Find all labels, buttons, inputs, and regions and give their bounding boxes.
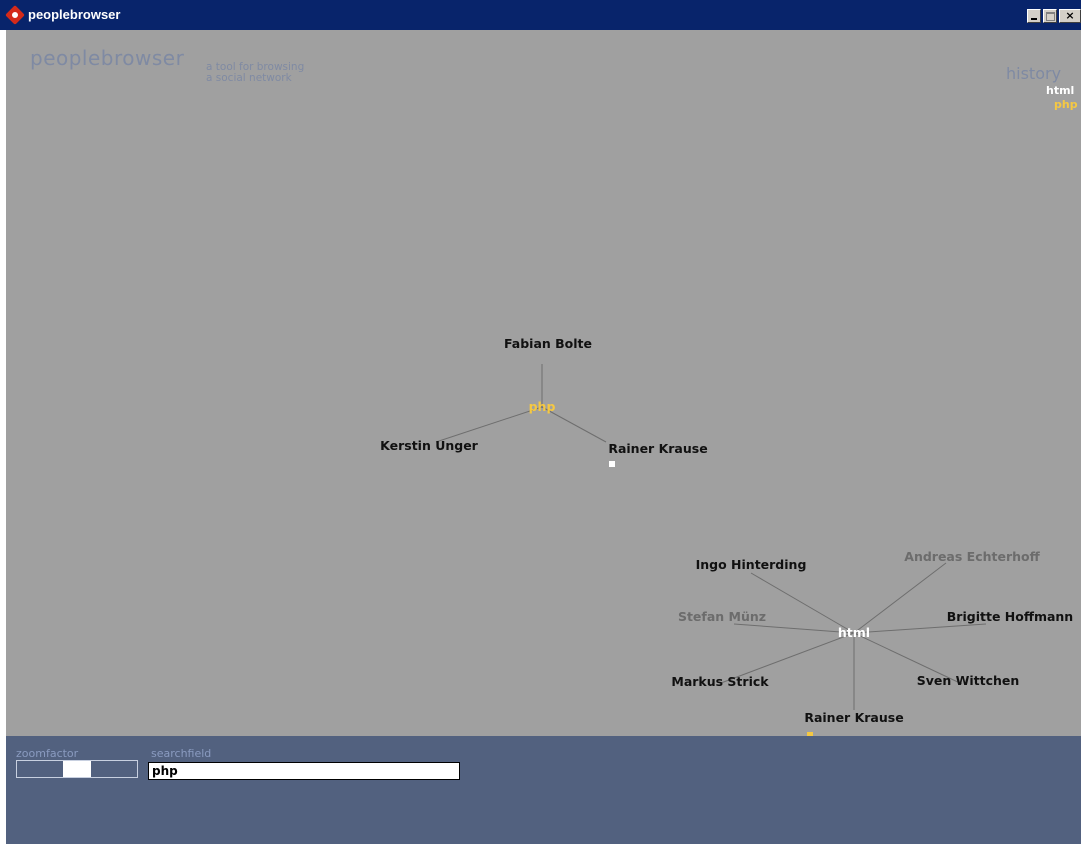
edge-html-ingo-hinterding <box>750 572 855 634</box>
app-logo-icon <box>5 5 25 25</box>
window-title-bar[interactable]: peoplebrowser × <box>0 0 1081 30</box>
zoom-slider-thumb[interactable] <box>63 761 91 777</box>
zoom-label: zoomfactor <box>16 747 79 760</box>
window-title: peoplebrowser <box>28 7 121 22</box>
graph-edges <box>435 364 987 710</box>
person-node-rainer-krause[interactable]: Rainer Krause <box>804 710 903 725</box>
network-canvas[interactable]: peoplebrowser a tool for browsing a soci… <box>6 30 1081 736</box>
minimize-button[interactable] <box>1027 9 1041 23</box>
graph-markers <box>609 461 813 736</box>
person-node-rainer-krause[interactable]: Rainer Krause <box>608 441 707 456</box>
person-node-stefan-munz[interactable]: Stefan Münz <box>678 609 766 624</box>
person-node-fabian-bolte[interactable]: Fabian Bolte <box>504 336 592 351</box>
person-node-brigitte-hoffmann[interactable]: Brigitte Hoffmann <box>947 609 1073 624</box>
person-node-kerstin-unger[interactable]: Kerstin Unger <box>380 438 479 453</box>
network-graph[interactable]: php Fabian Bolte Kerstin Unger Rainer Kraus… <box>6 30 1081 736</box>
edge-html-stefan-munz <box>733 623 855 634</box>
search-input[interactable] <box>148 762 460 780</box>
control-panel: zoomfactor searchfield <box>6 736 1081 844</box>
zoom-slider[interactable] <box>16 760 138 778</box>
edge-php-kerstin-unger <box>435 406 543 443</box>
person-node-ingo-hinterding[interactable]: Ingo Hinterding <box>696 557 807 572</box>
close-button[interactable]: × <box>1059 9 1081 23</box>
graph-labels: php Fabian Bolte Kerstin Unger Rainer Kraus… <box>380 336 1073 725</box>
maximize-button[interactable] <box>1043 9 1057 23</box>
edge-html-brigitte-hoffmann <box>853 623 987 634</box>
topic-node-html[interactable]: html <box>838 625 870 640</box>
topic-node-php[interactable]: php <box>529 399 556 414</box>
search-label: searchfield <box>151 747 212 760</box>
person-node-andreas-echterhoff[interactable]: Andreas Echterhoff <box>904 549 1040 564</box>
edge-html-andreas-echterhoff <box>853 562 947 634</box>
node-marker-php <box>609 461 615 467</box>
person-node-markus-strick[interactable]: Markus Strick <box>671 674 769 689</box>
person-node-sven-wittchen[interactable]: Sven Wittchen <box>917 673 1020 688</box>
